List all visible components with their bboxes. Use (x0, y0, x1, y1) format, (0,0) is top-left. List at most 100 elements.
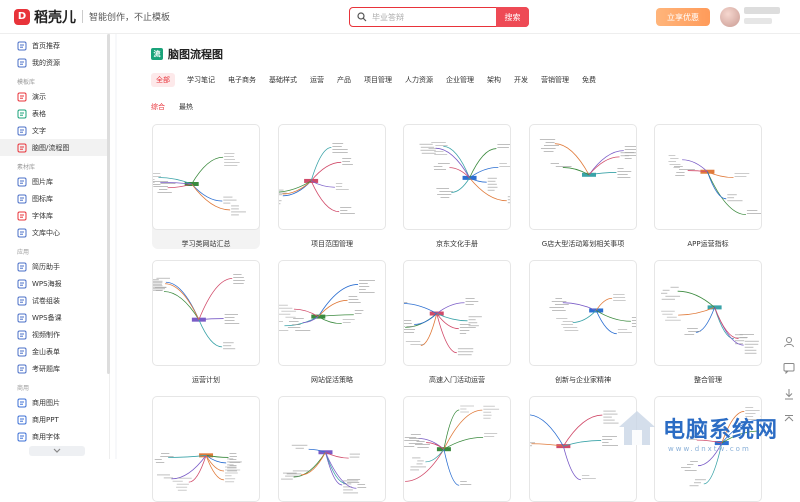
template-title[interactable]: 项目范围管理 (278, 239, 386, 249)
commercial-ppt-icon (17, 415, 27, 425)
sidebar-item[interactable]: 首页推荐 (0, 37, 109, 54)
search-icon (357, 12, 367, 22)
template-card[interactable]: G店大型活动筹划相关事项 (529, 124, 637, 249)
template-title[interactable]: G店大型活动筹划相关事项 (529, 239, 637, 249)
category-tab[interactable]: 企业管理 (446, 73, 474, 87)
template-card[interactable] (152, 396, 260, 502)
template-thumbnail[interactable] (403, 124, 511, 230)
sidebar-item[interactable]: 我的资源 (0, 54, 109, 71)
sort-option[interactable]: 综合 (151, 102, 165, 112)
template-thumbnail[interactable] (278, 124, 386, 230)
category-tab[interactable]: 电子商务 (228, 73, 256, 87)
template-title[interactable]: 网站促活策略 (278, 375, 386, 385)
sidebar-item[interactable]: WPS海报 (0, 275, 109, 292)
sidebar-item[interactable]: 商用字体 (0, 428, 109, 445)
category-tab[interactable]: 人力资源 (405, 73, 433, 87)
template-card[interactable]: 京东文化手册 (403, 124, 511, 249)
exam-icon (17, 296, 27, 306)
sidebar-item[interactable]: WPS备课 (0, 309, 109, 326)
sidebar-item[interactable]: 字体库 (0, 207, 109, 224)
template-title[interactable]: 学习类网站汇总 (152, 239, 260, 249)
app-name: 稻壳儿 (34, 9, 76, 26)
template-thumbnail[interactable] (278, 260, 386, 366)
sidebar-item[interactable]: 文字 (0, 122, 109, 139)
category-tab[interactable]: 基础样式 (269, 73, 297, 87)
font-icon (17, 211, 27, 221)
template-thumbnail[interactable] (278, 396, 386, 502)
feedback-icon[interactable] (783, 362, 795, 375)
sidebar-item[interactable]: 考研题库 (0, 360, 109, 377)
download-icon[interactable] (783, 388, 795, 400)
template-card[interactable]: 创新与企业家精神 (529, 260, 637, 385)
template-title[interactable]: 京东文化手册 (403, 239, 511, 249)
watermark: 电脑系统网 (617, 409, 778, 447)
sidebar-item[interactable]: 视频制作 (0, 326, 109, 343)
category-tab[interactable]: 产品 (337, 73, 351, 87)
sidebar-item[interactable]: 表格 (0, 105, 109, 122)
sidebar-item-label: 图片库 (32, 177, 53, 186)
category-tab[interactable]: 全部 (151, 73, 175, 87)
template-thumbnail[interactable] (529, 260, 637, 366)
search-input[interactable] (372, 12, 482, 22)
poster-icon (17, 279, 27, 289)
slogan: 智能创作，不止模板 (82, 10, 170, 23)
search-button[interactable]: 搜索 (496, 7, 529, 27)
user-service-icon[interactable] (783, 336, 795, 348)
sidebar-item[interactable]: 金山表单 (0, 343, 109, 360)
category-tab[interactable]: 运营 (310, 73, 324, 87)
sidebar-item-label: 我的资源 (32, 58, 60, 67)
template-card[interactable]: 网站促活策略 (278, 260, 386, 385)
vip-offer-button[interactable]: 立享优惠 (656, 8, 710, 26)
template-card[interactable]: 高速入门活动运营 (403, 260, 511, 385)
category-tab[interactable]: 免费 (582, 73, 596, 87)
template-title[interactable]: APP运营指标 (654, 239, 762, 249)
template-card[interactable]: 运营计划 (152, 260, 260, 385)
template-card[interactable] (278, 396, 386, 502)
sidebar-item[interactable]: 脑图/流程图 (0, 139, 109, 156)
back-to-top-icon[interactable] (783, 414, 795, 426)
sort-option[interactable]: 最热 (179, 102, 193, 112)
sidebar-group-title: 应用 (17, 249, 30, 256)
sidebar-item[interactable]: 图标库 (0, 190, 109, 207)
category-tab[interactable]: 营销管理 (541, 73, 569, 87)
sidebar-scrollbar[interactable] (107, 34, 110, 374)
template-thumbnail[interactable] (654, 124, 762, 230)
category-tab[interactable]: 开发 (514, 73, 528, 87)
template-card[interactable]: APP运营指标 (654, 124, 762, 249)
template-thumbnail[interactable] (403, 260, 511, 366)
sidebar-item-label: WPS备课 (32, 313, 62, 322)
sidebar-item[interactable]: 文库中心 (0, 224, 109, 241)
template-thumbnail[interactable] (654, 260, 762, 366)
category-tab[interactable]: 学习笔记 (187, 73, 215, 87)
template-card[interactable]: 项目范围管理 (278, 124, 386, 249)
template-thumbnail[interactable] (152, 260, 260, 366)
template-thumbnail[interactable] (529, 124, 637, 230)
sidebar-item[interactable]: 商用图片 (0, 394, 109, 411)
template-thumbnail[interactable] (403, 396, 511, 502)
template-card[interactable]: 学习类网站汇总 (152, 124, 260, 249)
sidebar-item[interactable]: 试卷组装 (0, 292, 109, 309)
template-thumbnail[interactable] (152, 396, 260, 502)
template-card[interactable] (403, 396, 511, 502)
sidebar-item-label: 首页推荐 (32, 41, 60, 50)
template-title[interactable]: 创新与企业家精神 (529, 375, 637, 385)
category-tab[interactable]: 架构 (487, 73, 501, 87)
user-meta-blurred (744, 18, 772, 24)
template-card[interactable]: 整合管理 (654, 260, 762, 385)
sidebar-item[interactable]: 简历助手 (0, 258, 109, 275)
sidebar-item[interactable]: 商用PPT (0, 411, 109, 428)
template-title[interactable]: 整合管理 (654, 375, 762, 385)
sidebar-group-title: 素材库 (17, 164, 36, 171)
template-title[interactable]: 运营计划 (152, 375, 260, 385)
category-tab[interactable]: 项目管理 (364, 73, 392, 87)
template-title[interactable]: 高速入门活动运营 (403, 375, 511, 385)
avatar[interactable] (720, 7, 740, 27)
sidebar-item[interactable]: 演示 (0, 88, 109, 105)
sidebar-expand-button[interactable] (29, 446, 85, 456)
chevron-down-icon (53, 448, 61, 453)
commercial-image-icon (17, 398, 27, 408)
sidebar-item[interactable]: 图片库 (0, 173, 109, 190)
logo[interactable]: D 稻壳儿 智能创作，不止模板 (14, 7, 170, 27)
sidebar-group-title: 商用 (17, 385, 30, 392)
template-thumbnail[interactable] (152, 124, 260, 230)
